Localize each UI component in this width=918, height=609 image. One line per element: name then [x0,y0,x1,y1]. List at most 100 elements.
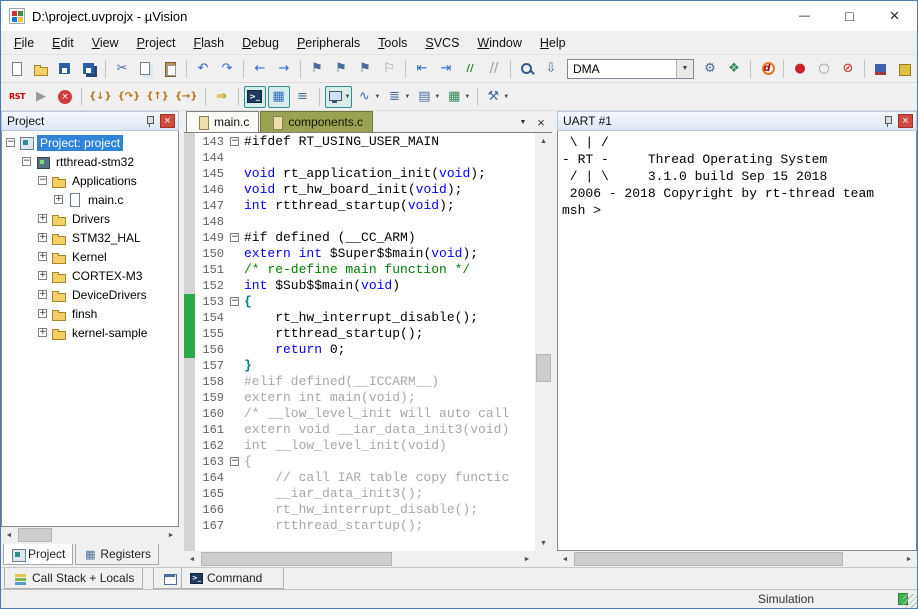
fold-collapse-icon[interactable]: − [230,137,239,146]
collapse-icon[interactable]: − [22,157,31,166]
fold-collapse-icon[interactable]: − [230,297,239,306]
breakpoint-toggle-button[interactable]: ● [789,58,811,80]
scroll-thumb[interactable] [536,354,551,382]
tree-item-stm32-hal[interactable]: +STM32_HAL [2,228,178,247]
code-line-148[interactable]: 148 [184,214,535,230]
scroll-left-icon[interactable] [184,551,200,567]
breakpoint-margin[interactable] [184,486,195,502]
target-options-button[interactable]: ⚙ [699,58,721,80]
system-viewer-button[interactable]: ▦▼ [444,86,472,108]
collapse-icon[interactable]: − [6,138,15,147]
code-line-167[interactable]: 167 rtthread_startup(); [184,518,535,534]
code-line-146[interactable]: 146void rt_hw_board_init(void); [184,182,535,198]
code-line-145[interactable]: 145void rt_application_init(void); [184,166,535,182]
breakpoint-margin[interactable] [184,470,195,486]
code-line-147[interactable]: 147int rtthread_startup(void); [184,198,535,214]
breakpoint-margin[interactable] [184,134,195,150]
expand-icon[interactable]: + [54,195,63,204]
breakpoint-margin[interactable] [184,198,195,214]
code-line-154[interactable]: 154 rt_hw_interrupt_disable(); [184,310,535,326]
fold-collapse-icon[interactable]: − [230,457,239,466]
pin-icon[interactable] [143,114,157,128]
code-line-164[interactable]: 164 // call IAR table copy functic [184,470,535,486]
code-line-160[interactable]: 160/* __low_level_init will auto call [184,406,535,422]
tree-item-applications[interactable]: −Applications [2,171,178,190]
code-line-155[interactable]: 155 rtthread_startup(); [184,326,535,342]
dropdown-arrow-icon[interactable]: ▼ [503,94,509,100]
resize-grip[interactable] [903,594,917,608]
scroll-left-icon[interactable] [1,527,17,543]
panel-tab-registers[interactable]: ▦Registers [75,544,159,565]
menu-help[interactable]: Help [531,34,575,52]
breakpoint-margin[interactable] [184,182,195,198]
indent-right-button[interactable]: ⇥ [435,58,457,80]
nav-forward-button[interactable]: → [273,58,295,80]
expand-icon[interactable]: + [38,290,47,299]
command-tab[interactable]: >_ Command [181,568,284,589]
scroll-track[interactable] [535,149,552,535]
window-list-icon[interactable] [515,114,531,130]
scroll-right-icon[interactable] [519,551,535,567]
analysis-windows-button[interactable]: ∿▼ [354,86,382,108]
indent-left-button[interactable]: ⇤ [411,58,433,80]
copy-button[interactable] [135,58,157,80]
breakpoint-margin[interactable] [184,502,195,518]
dropdown-arrow-icon[interactable]: ▼ [464,94,470,100]
expand-icon[interactable]: + [38,328,47,337]
tree-item-main-c[interactable]: +main.c [2,190,178,209]
uart-hscrollbar[interactable] [557,551,917,567]
expand-icon[interactable]: + [38,309,47,318]
tree-item-drivers[interactable]: +Drivers [2,209,178,228]
tree-item-rtthread-stm32[interactable]: −rtthread-stm32 [2,152,178,171]
editor-tab-main-c[interactable]: main.c [186,111,259,132]
scroll-up-icon[interactable] [535,133,552,149]
scroll-left-icon[interactable] [557,551,573,567]
scroll-down-icon[interactable] [535,535,552,551]
fold-collapse-icon[interactable]: − [230,233,239,242]
show-next-statement-button[interactable]: ⇒ [211,86,233,108]
code-line-144[interactable]: 144 [184,150,535,166]
pin-icon[interactable] [881,114,895,128]
scroll-thumb[interactable] [574,552,843,566]
nav-back-button[interactable]: ← [249,58,271,80]
target-select[interactable]: DMA▼ [567,59,694,79]
collapse-icon[interactable]: − [38,176,47,185]
help-books-button[interactable] [870,58,892,80]
panel-tab-project[interactable]: Project [3,544,73,565]
breakpoint-margin[interactable] [184,454,195,470]
tree-item-kernel[interactable]: +Kernel [2,247,178,266]
breakpoint-enable-button[interactable]: ○ [813,58,835,80]
scroll-thumb[interactable] [18,528,52,542]
code-line-163[interactable]: 163−{ [184,454,535,470]
dropdown-arrow-icon[interactable]: ▼ [404,94,410,100]
step-out-button[interactable]: {↑} [144,86,171,108]
breakpoint-margin[interactable] [184,374,195,390]
scroll-right-icon[interactable] [163,527,179,543]
breakpoint-margin[interactable] [184,214,195,230]
breakpoint-margin[interactable] [184,262,195,278]
symbol-window-button[interactable]: ≡ [292,86,314,108]
undo-button[interactable]: ↶ [192,58,214,80]
tree-item-kernel-sample[interactable]: +kernel-sample [2,323,178,342]
bookmark-toggle-button[interactable]: ⚑ [306,58,328,80]
expand-icon[interactable]: + [38,252,47,261]
menu-edit[interactable]: Edit [43,34,83,52]
serial-windows-button[interactable]: ▼ [325,86,353,108]
open-file-button[interactable] [30,58,52,80]
code-line-162[interactable]: 162int __low_level_init(void) [184,438,535,454]
scroll-right-icon[interactable] [901,551,917,567]
command-window-button[interactable]: >_ [244,86,266,108]
breakpoint-margin[interactable] [184,406,195,422]
panel-close-icon[interactable] [898,114,913,128]
project-hscrollbar[interactable] [1,527,179,543]
uncomment-button[interactable]: // [483,58,505,80]
run-button[interactable]: ▶ [30,86,52,108]
menu-flash[interactable]: Flash [185,34,234,52]
code-line-151[interactable]: 151/* re-define main function */ [184,262,535,278]
trace-windows-button[interactable]: ≣▼ [384,86,412,108]
menu-view[interactable]: View [83,34,128,52]
editor-vscrollbar[interactable] [535,133,552,551]
cut-button[interactable]: ✂ [111,58,133,80]
step-over-button[interactable]: {↷} [116,86,143,108]
titlebar[interactable]: D:\project.uvprojx - µVision [1,1,917,31]
